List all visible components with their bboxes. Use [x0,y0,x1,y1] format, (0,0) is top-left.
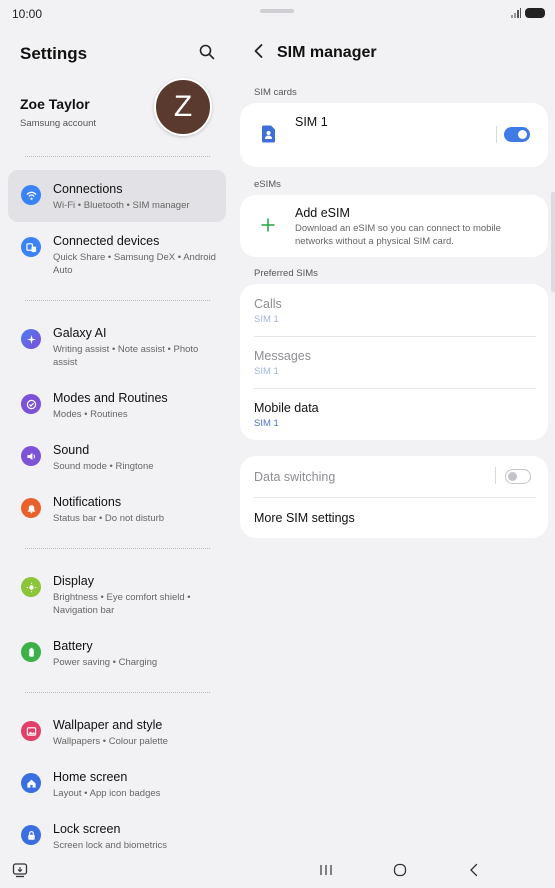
divider [254,388,536,389]
menu-item-subtitle: Status bar • Do not disturb [53,513,165,524]
mobile-data-value: SIM 1 [254,418,279,429]
menu-item-title: Sound [53,443,90,457]
menu-item-subtitle: Power saving • Charging [53,657,158,668]
menu-item-title: Home screen [53,770,128,784]
check-circle-icon [21,394,41,414]
messages-title[interactable]: Messages [254,349,311,363]
divider [254,336,536,337]
speaker-icon [21,446,41,466]
search-icon[interactable] [198,43,216,61]
home-icon [21,773,41,793]
sim-settings-card: Data switching More SIM settings [240,456,548,538]
menu-item-subtitle: Sound mode • Ringtone [53,461,154,472]
menu-item-notifications[interactable]: Notifications Status bar • Do not distur… [8,483,226,535]
menu-item-wallpaper[interactable]: Wallpaper and style Wallpapers • Colour … [8,706,226,758]
menu-item-subtitle: Quick Share • Samsung DeX • Android Auto [53,252,216,276]
recent-apps-icon[interactable] [318,862,334,878]
menu-item-display[interactable]: Display Brightness • Eye comfort shield … [8,562,226,616]
menu-item-title: Modes and Routines [53,391,168,405]
window-drag-handle[interactable] [260,9,294,13]
sun-icon [21,577,41,597]
calls-title[interactable]: Calls [254,297,282,311]
data-switching-title[interactable]: Data switching [254,470,335,484]
menu-item-home-screen[interactable]: Home screen Layout • App icon badges [8,758,226,810]
taskbar-toggle-icon[interactable] [12,862,28,878]
section-label-preferred-sims: Preferred SIMs [254,268,318,279]
home-button-icon[interactable] [392,862,408,878]
wifi-icon [21,185,41,205]
divider [496,126,497,143]
menu-item-subtitle: Wi-Fi • Bluetooth • SIM manager [53,200,190,211]
section-label-sim-cards: SIM cards [254,87,297,98]
divider [495,467,496,484]
divider [254,497,536,498]
bell-icon [21,498,41,518]
devices-icon [21,237,41,257]
menu-item-title: Wallpaper and style [53,718,163,732]
add-esim-item[interactable]: Add eSIM Download an eSIM so you can con… [240,195,548,257]
add-esim-description: Download an eSIM so you can connect to m… [295,223,501,247]
menu-item-modes-routines[interactable]: Modes and Routines Modes • Routines [8,379,226,431]
settings-panel: Settings Zoe Taylor Samsung account Z Co… [0,28,233,851]
menu-item-connections[interactable]: Connections Wi-Fi • Bluetooth • SIM mana… [8,170,226,222]
status-bar: 10:00 [0,0,555,28]
menu-item-title: Connected devices [53,234,160,248]
page-title: SIM manager [277,44,377,61]
section-label-esims: eSIMs [254,179,281,190]
sim-card-icon [262,125,275,143]
add-esim-title: Add eSIM [295,206,350,220]
menu-item-subtitle: Layout • App icon badges [53,788,161,799]
signal-icon [511,8,521,18]
image-icon [21,721,41,741]
calls-value: SIM 1 [254,314,279,325]
menu-item-subtitle: Modes • Routines [53,409,128,420]
status-icons [511,8,545,18]
sim1-title: SIM 1 [295,115,328,129]
scrollbar[interactable] [551,192,555,292]
divider [25,548,210,549]
sim-card-item[interactable]: SIM 1 [240,103,548,167]
menu-item-title: Connections [53,182,123,196]
divider [25,300,210,301]
profile-name[interactable]: Zoe Taylor [20,96,90,112]
mobile-data-title[interactable]: Mobile data [254,401,319,415]
divider [25,156,210,157]
back-icon[interactable] [252,43,266,59]
navigation-bar [0,850,555,888]
settings-title: Settings [20,44,88,63]
menu-item-battery[interactable]: Battery Power saving • Charging [8,627,226,679]
menu-item-sound[interactable]: Sound Sound mode • Ringtone [8,431,226,483]
menu-item-subtitle: Wallpapers • Colour palette [53,736,168,747]
menu-item-title: Galaxy AI [53,326,107,340]
menu-item-connected-devices[interactable]: Connected devices Quick Share • Samsung … [8,222,226,276]
menu-item-title: Battery [53,639,93,653]
menu-item-galaxy-ai[interactable]: Galaxy AI Writing assist • Note assist •… [8,314,226,368]
avatar[interactable]: Z [154,78,212,136]
back-button-icon[interactable] [466,862,482,878]
plus-icon [261,218,275,232]
battery-status-icon [525,8,545,18]
menu-item-title: Notifications [53,495,122,509]
lock-icon [21,825,41,845]
preferred-sims-card: Calls SIM 1 Messages SIM 1 Mobile data S… [240,284,548,440]
status-time: 10:00 [12,7,43,21]
sparkle-icon [21,329,41,349]
menu-item-title: Display [53,574,94,588]
sim1-toggle[interactable] [504,127,530,142]
battery-icon [21,642,41,662]
divider [25,692,210,693]
menu-item-subtitle: Writing assist • Note assist • Photo ass… [53,344,199,368]
data-switching-toggle[interactable] [505,469,531,484]
menu-item-subtitle: Brightness • Eye comfort shield • Naviga… [53,592,191,616]
profile-subtitle: Samsung account [20,118,97,129]
sim-manager-panel: SIM manager SIM cards SIM 1 eSIMs Add eS… [240,28,548,850]
menu-item-title: Lock screen [53,822,121,836]
messages-value: SIM 1 [254,366,279,377]
more-sim-settings[interactable]: More SIM settings [254,511,355,525]
